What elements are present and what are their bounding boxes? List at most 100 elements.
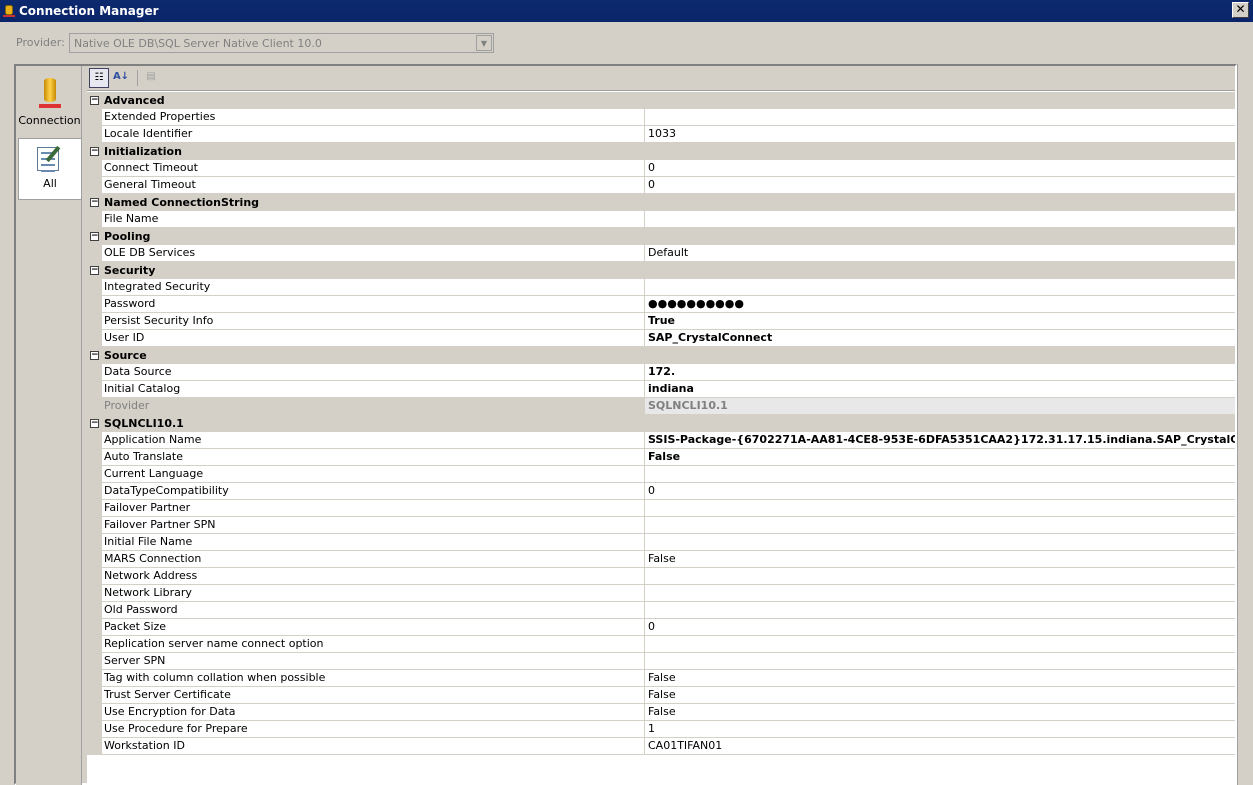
row-gutter <box>87 517 102 534</box>
property-row[interactable]: Extended Properties <box>87 109 1235 126</box>
property-value[interactable] <box>645 279 1235 296</box>
row-gutter <box>87 296 102 313</box>
property-row[interactable]: MARS Connection False <box>87 551 1235 568</box>
collapse-icon[interactable]: − <box>90 232 99 241</box>
property-row[interactable]: Replication server name connect option <box>87 636 1235 653</box>
categorized-button[interactable]: ☷ <box>89 68 109 88</box>
property-pages-button[interactable]: ▤ <box>141 68 161 88</box>
property-value[interactable]: SSIS-Package-{6702271A-AA81-4CE8-953E-6D… <box>645 432 1235 449</box>
property-value[interactable]: indiana <box>645 381 1235 398</box>
category-row[interactable]: − Named ConnectionString <box>87 194 1235 211</box>
property-value[interactable]: 0 <box>645 160 1235 177</box>
property-value[interactable] <box>645 109 1235 126</box>
property-value[interactable] <box>645 585 1235 602</box>
row-gutter <box>87 245 102 262</box>
property-value[interactable]: 172. <box>645 364 1235 381</box>
property-row[interactable]: General Timeout 0 <box>87 177 1235 194</box>
property-name: Use Encryption for Data <box>102 704 645 721</box>
toolbar-separator <box>137 70 138 86</box>
row-gutter <box>87 211 102 228</box>
property-row[interactable]: Current Language <box>87 466 1235 483</box>
window-right-edge <box>1237 64 1253 785</box>
collapse-icon[interactable]: − <box>90 96 99 105</box>
row-gutter <box>87 687 102 704</box>
property-value[interactable] <box>645 636 1235 653</box>
property-value[interactable]: 1033 <box>645 126 1235 143</box>
row-gutter <box>87 602 102 619</box>
property-value[interactable]: 0 <box>645 619 1235 636</box>
property-row[interactable]: Initial Catalog indiana <box>87 381 1235 398</box>
property-value[interactable]: False <box>645 551 1235 568</box>
property-row[interactable]: Connect Timeout 0 <box>87 160 1235 177</box>
property-row[interactable]: Integrated Security <box>87 279 1235 296</box>
row-gutter <box>87 653 102 670</box>
property-value[interactable] <box>645 211 1235 228</box>
property-row[interactable]: OLE DB Services Default <box>87 245 1235 262</box>
property-row[interactable]: Trust Server Certificate False <box>87 687 1235 704</box>
property-value[interactable]: ●●●●●●●●●● <box>645 296 1235 313</box>
property-value[interactable] <box>645 534 1235 551</box>
nav-item-label: Connection <box>18 114 81 127</box>
property-row[interactable]: Use Procedure for Prepare 1 <box>87 721 1235 738</box>
property-row[interactable]: File Name <box>87 211 1235 228</box>
property-value[interactable]: 1 <box>645 721 1235 738</box>
property-value[interactable]: 0 <box>645 483 1235 500</box>
property-row[interactable]: Old Password <box>87 602 1235 619</box>
property-row[interactable]: Data Source 172. <box>87 364 1235 381</box>
category-row[interactable]: − Advanced <box>87 92 1235 109</box>
property-value[interactable]: False <box>645 704 1235 721</box>
property-row[interactable]: Network Library <box>87 585 1235 602</box>
property-row[interactable]: Failover Partner SPN <box>87 517 1235 534</box>
property-row[interactable]: User ID SAP_CrystalConnect <box>87 330 1235 347</box>
property-value[interactable]: False <box>645 449 1235 466</box>
property-value[interactable] <box>645 500 1235 517</box>
row-gutter <box>87 619 102 636</box>
property-row[interactable]: Packet Size 0 <box>87 619 1235 636</box>
category-name: Source <box>104 349 147 362</box>
property-grid-toolbar: ☷ A↓ ▤ <box>87 66 1235 91</box>
collapse-icon[interactable]: − <box>90 419 99 428</box>
property-value[interactable] <box>645 568 1235 585</box>
provider-label: Provider: <box>16 36 65 49</box>
close-button[interactable]: ✕ <box>1232 2 1249 18</box>
collapse-icon[interactable]: − <box>90 351 99 360</box>
property-value[interactable] <box>645 602 1235 619</box>
property-row[interactable]: Auto Translate False <box>87 449 1235 466</box>
property-value[interactable]: Default <box>645 245 1235 262</box>
property-value[interactable] <box>645 517 1235 534</box>
property-value[interactable]: 0 <box>645 177 1235 194</box>
property-row[interactable]: Tag with column collation when possible F… <box>87 670 1235 687</box>
category-row[interactable]: − Source <box>87 347 1235 364</box>
collapse-icon[interactable]: − <box>90 198 99 207</box>
row-gutter <box>87 670 102 687</box>
property-row[interactable]: Network Address <box>87 568 1235 585</box>
property-value[interactable]: SAP_CrystalConnect <box>645 330 1235 347</box>
property-value[interactable] <box>645 466 1235 483</box>
property-row[interactable]: Password ●●●●●●●●●● <box>87 296 1235 313</box>
property-value[interactable]: CA01TIFAN01 <box>645 738 1235 755</box>
property-value[interactable]: False <box>645 687 1235 704</box>
property-row[interactable]: DataTypeCompatibility 0 <box>87 483 1235 500</box>
property-row[interactable]: Server SPN <box>87 653 1235 670</box>
nav-item-all[interactable]: All <box>18 138 81 200</box>
property-row[interactable]: Provider SQLNCLI10.1 <box>87 398 1235 415</box>
property-value[interactable]: True <box>645 313 1235 330</box>
category-row[interactable]: − Initialization <box>87 143 1235 160</box>
category-row[interactable]: − SQLNCLI10.1 <box>87 415 1235 432</box>
nav-item-connection[interactable]: Connection <box>18 74 81 136</box>
collapse-icon[interactable]: − <box>90 266 99 275</box>
property-row[interactable]: Failover Partner <box>87 500 1235 517</box>
property-row[interactable]: Locale Identifier 1033 <box>87 126 1235 143</box>
collapse-icon[interactable]: − <box>90 147 99 156</box>
category-row[interactable]: − Security <box>87 262 1235 279</box>
alphabetical-button[interactable]: A↓ <box>111 68 131 88</box>
property-value[interactable] <box>645 653 1235 670</box>
category-row[interactable]: − Pooling <box>87 228 1235 245</box>
property-row[interactable]: Workstation ID CA01TIFAN01 <box>87 738 1235 755</box>
property-value[interactable]: False <box>645 670 1235 687</box>
property-row[interactable]: Initial File Name <box>87 534 1235 551</box>
nav-item-label: All <box>43 177 57 190</box>
property-row[interactable]: Use Encryption for Data False <box>87 704 1235 721</box>
property-row[interactable]: Application Name SSIS-Package-{6702271A-A… <box>87 432 1235 449</box>
property-row[interactable]: Persist Security Info True <box>87 313 1235 330</box>
